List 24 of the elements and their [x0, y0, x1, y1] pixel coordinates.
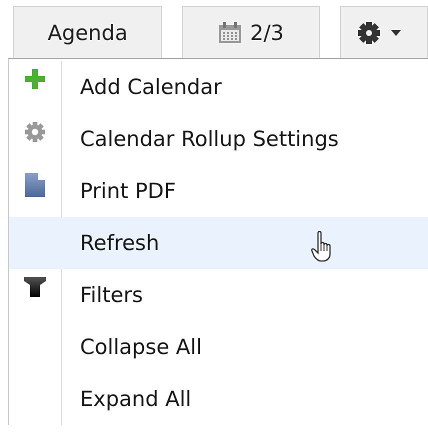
- menu-item[interactable]: Calendar Rollup Settings: [9, 113, 428, 165]
- agenda-button[interactable]: Agenda: [13, 6, 162, 58]
- settings-icon: [356, 20, 383, 44]
- menu-item[interactable]: Filters: [9, 269, 428, 321]
- settings-button[interactable]: [340, 6, 428, 58]
- menu-item-label: Expand All: [80, 387, 192, 411]
- gear-icon: [24, 121, 46, 143]
- menu-item[interactable]: Expand All: [9, 373, 428, 425]
- document-icon: [25, 173, 45, 197]
- plus-icon: [25, 69, 45, 89]
- menu-item-label: Add Calendar: [80, 75, 222, 99]
- menu-item-label: Refresh: [80, 231, 160, 255]
- filter-icon: [24, 277, 46, 297]
- menu-item[interactable]: Add Calendar: [9, 61, 428, 113]
- menu-item-label: Calendar Rollup Settings: [80, 127, 339, 151]
- calendar-count-button[interactable]: 2/3: [182, 6, 320, 58]
- menu-item-label: Collapse All: [80, 335, 202, 359]
- menu-item[interactable]: Refresh: [9, 217, 428, 269]
- menu-item-label: Filters: [80, 283, 143, 307]
- calendar-icon: [218, 20, 242, 44]
- menu-item-label: Print PDF: [80, 179, 176, 203]
- menu-item[interactable]: Collapse All: [9, 321, 428, 373]
- menu-item[interactable]: Print PDF: [9, 165, 428, 217]
- caret-icon: [390, 30, 401, 36]
